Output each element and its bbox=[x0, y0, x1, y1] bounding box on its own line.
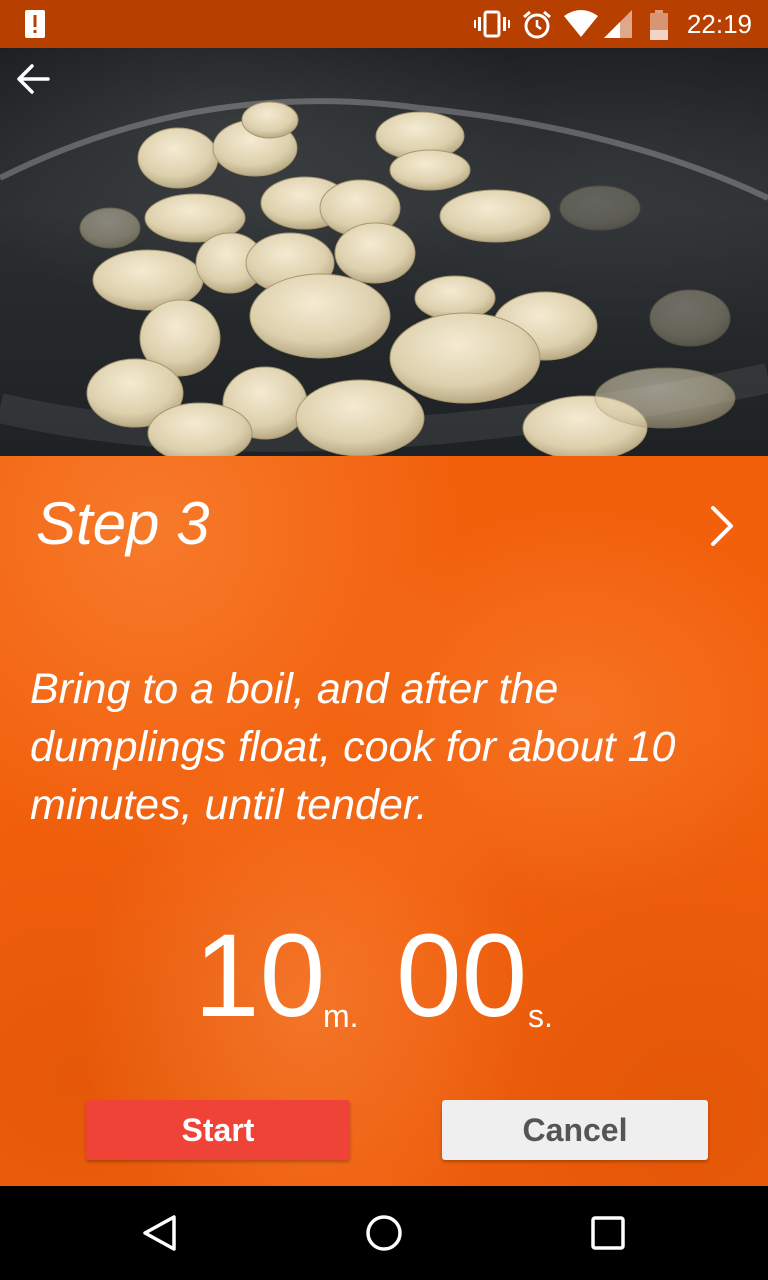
next-step-button[interactable] bbox=[698, 500, 746, 552]
wifi-icon bbox=[564, 10, 598, 37]
hero-image bbox=[0, 48, 768, 456]
timer-seconds: 00 bbox=[396, 910, 528, 1042]
battery-icon bbox=[650, 10, 668, 40]
status-bar: 22:19 bbox=[0, 0, 768, 48]
timer-display: 10 m. 00 s. bbox=[0, 916, 768, 1036]
step-instruction: Bring to a boil, and after the dumplings… bbox=[30, 665, 676, 829]
clock: 22:19 bbox=[686, 9, 752, 39]
alert-icon bbox=[25, 10, 45, 38]
triangle-back-icon bbox=[143, 1215, 176, 1251]
dumplings-illustration bbox=[0, 98, 768, 456]
arrow-back-icon bbox=[17, 64, 50, 94]
timer-minutes-unit: m. bbox=[323, 998, 359, 1034]
start-button[interactable]: Start bbox=[86, 1100, 350, 1160]
square-recents-icon bbox=[591, 1216, 625, 1250]
chevron-right-icon bbox=[711, 506, 733, 546]
step-panel: Step 3 Bring to a boil, and after the du… bbox=[0, 456, 768, 1186]
timer-seconds-unit: s. bbox=[528, 998, 553, 1034]
alarm-icon bbox=[523, 10, 551, 39]
back-button[interactable] bbox=[16, 64, 64, 112]
cancel-button[interactable]: Cancel bbox=[442, 1100, 708, 1160]
timer-minutes: 10 bbox=[194, 910, 326, 1042]
step-title: Step 3 bbox=[36, 490, 210, 557]
nav-back-button[interactable] bbox=[134, 1208, 184, 1258]
navigation-bar bbox=[0, 1186, 768, 1280]
signal-icon bbox=[604, 10, 632, 38]
nav-home-button[interactable] bbox=[359, 1208, 409, 1258]
circle-home-icon bbox=[366, 1215, 402, 1251]
vibrate-icon bbox=[474, 10, 510, 38]
nav-recents-button[interactable] bbox=[583, 1208, 633, 1258]
